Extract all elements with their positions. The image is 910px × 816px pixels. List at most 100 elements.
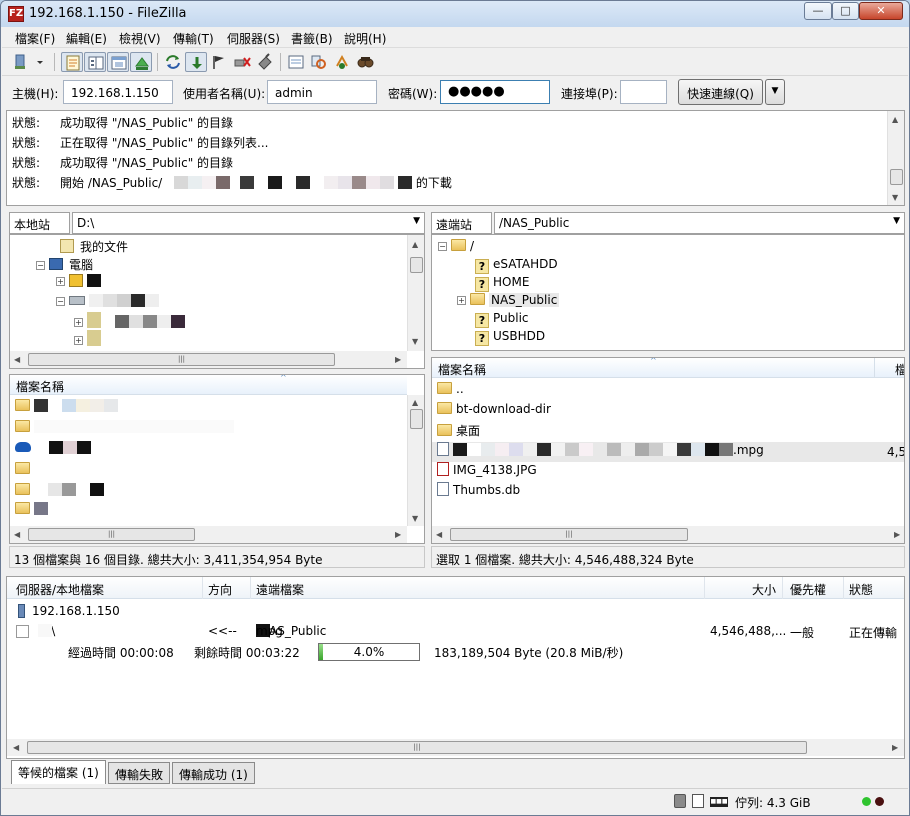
queue-item-size: 4,546,488,... [710, 624, 787, 638]
tree-node-documents[interactable]: 我的文件 [60, 238, 128, 255]
tree-node-root[interactable]: − / [438, 239, 474, 253]
log-line: 狀態: 成功取得 "/NAS_Public" 的目錄 [12, 156, 234, 170]
remote-list-horizontal-scrollbar[interactable]: ◀ ||| ▶ [432, 526, 904, 543]
list-item[interactable] [15, 399, 118, 419]
tree-node-esatahdd[interactable]: ? eSATAHDD [475, 257, 558, 274]
tree-node-drive[interactable]: − [56, 294, 159, 308]
compare-directories-icon[interactable] [308, 52, 330, 72]
reconnect-icon[interactable] [254, 52, 276, 72]
search-remote-files-icon[interactable] [354, 52, 376, 72]
queue-column-status[interactable]: 狀態 [849, 581, 873, 598]
menu-server[interactable]: 伺服器(S) [227, 30, 280, 47]
menu-bookmarks[interactable]: 書籤(B) [291, 30, 333, 47]
maximize-button[interactable]: □ [832, 2, 859, 20]
disconnect-icon[interactable] [231, 52, 253, 72]
list-item[interactable] [15, 420, 234, 440]
tab-successful-transfers[interactable]: 傳輸成功 (1) [172, 762, 255, 784]
progress-percent: 4.0% [353, 645, 385, 659]
remote-column-filename[interactable]: 檔案名稱 [438, 361, 486, 378]
menu-bar: 檔案(F) 編輯(E) 檢視(V) 傳輸(T) 伺服器(S) 書籤(B) 說明(… [2, 28, 908, 48]
queue-item-checkbox[interactable] [16, 625, 29, 638]
list-item-jpg[interactable]: IMG_4138.JPG [437, 462, 537, 482]
local-path-combo[interactable]: D:\ ▼ [72, 212, 425, 234]
quickconnect-bar: 主機(H): 192.168.1.150 使用者名稱(U): admin 密碼(… [2, 77, 908, 109]
queue-column-priority[interactable]: 優先權 [790, 581, 826, 598]
queue-tabs: 等候的檔案 (1) 傳輸失敗 傳輸成功 (1) [6, 760, 905, 786]
queue-column-direction[interactable]: 方向 [208, 581, 232, 598]
menu-edit[interactable]: 編輯(E) [66, 30, 107, 47]
tree-node-public[interactable]: ? Public [475, 311, 529, 328]
unknown-folder-icon: ? [475, 259, 489, 274]
directory-listing-filter-icon[interactable] [285, 52, 307, 72]
tree-node-computer[interactable]: − 電腦 [36, 256, 93, 273]
local-tree-horizontal-scrollbar[interactable]: ◀ ||| ▶ [10, 351, 407, 368]
tab-queued-files[interactable]: 等候的檔案 (1) [11, 760, 106, 784]
tree-node-folder[interactable]: + [74, 330, 101, 347]
process-queue-icon[interactable] [185, 52, 207, 72]
cancel-operation-icon[interactable] [208, 52, 230, 72]
list-item-mpg-selected[interactable]: .mpg 4,5 [432, 442, 904, 462]
remote-path-combo[interactable]: /NAS_Public ▼ [494, 212, 905, 234]
list-item-parent[interactable]: .. [437, 382, 464, 402]
tree-node-usbhdd[interactable]: ? USBHDD [475, 329, 545, 346]
host-input[interactable]: 192.168.1.150 [63, 80, 173, 104]
list-item-desktop[interactable]: 桌面 [437, 422, 480, 442]
local-list-vertical-scrollbar[interactable]: ▲ ▼ [407, 395, 424, 526]
remote-file-list-header: 檔案名稱 ^ 檔 [432, 358, 904, 378]
remaining-time: 剩餘時間 00:03:22 [194, 646, 300, 660]
quickconnect-dropdown-icon[interactable]: ▼ [765, 79, 785, 105]
status-bar: ■■■ 佇列: 4.3 GiB [2, 788, 908, 815]
log-vertical-scrollbar[interactable]: ▲ ▼ [887, 111, 904, 205]
toggle-remote-tree-icon[interactable] [107, 52, 129, 72]
menu-transfer[interactable]: 傳輸(T) [173, 30, 214, 47]
toggle-log-icon[interactable] [61, 52, 83, 72]
local-column-filename[interactable]: 檔案名稱 [16, 378, 64, 395]
list-item[interactable] [15, 441, 91, 461]
queue-column-remote[interactable]: 遠端檔案 [256, 581, 304, 598]
site-manager-icon[interactable] [11, 52, 33, 72]
remote-file-list: 檔案名稱 ^ 檔 .. bt-download-dir 桌面 .mpg 4,5 … [431, 357, 905, 544]
remote-column-size[interactable]: 檔 [895, 361, 904, 378]
list-item[interactable] [15, 462, 34, 482]
local-site-label: 本地站台: [9, 212, 70, 249]
toggle-queue-icon[interactable] [130, 52, 152, 72]
tree-node-drive[interactable]: + [56, 274, 101, 288]
queue-item-priority: 一般 [790, 626, 815, 640]
password-input[interactable]: ●●●●● [440, 80, 550, 104]
unknown-folder-icon: ? [475, 277, 489, 292]
queue-horizontal-scrollbar[interactable]: ◀ ||| ▶ [7, 739, 904, 756]
tab-failed-transfers[interactable]: 傳輸失敗 [108, 762, 171, 784]
binary-mode-icon: ■■■ [710, 797, 728, 807]
minimize-button[interactable]: — [804, 2, 832, 20]
local-list-horizontal-scrollbar[interactable]: ◀ ||| ▶ [10, 526, 407, 543]
list-item[interactable] [15, 502, 48, 522]
close-button[interactable]: ✕ [859, 2, 903, 20]
upload-indicator-icon [862, 797, 871, 806]
quickconnect-button[interactable]: 快速連線(Q) [678, 79, 763, 105]
menu-help[interactable]: 說明(H) [344, 30, 386, 47]
username-input[interactable]: admin [267, 80, 377, 104]
filter-icon [692, 794, 704, 808]
menu-view[interactable]: 檢視(V) [119, 30, 161, 47]
menu-file[interactable]: 檔案(F) [15, 30, 55, 47]
tree-node-home[interactable]: ? HOME [475, 275, 529, 292]
tree-node-nas-public[interactable]: + NAS_Public [457, 293, 560, 307]
remote-status: 選取 1 個檔案. 總共大小: 4,546,488,324 Byte [431, 546, 905, 568]
toggle-local-tree-icon[interactable] [84, 52, 106, 72]
transfer-queue: 伺服器/本地檔案 方向 遠端檔案 大小 優先權 狀態 192.168.1.150… [6, 576, 905, 759]
port-input[interactable] [620, 80, 667, 104]
list-item[interactable] [15, 483, 104, 503]
refresh-icon[interactable] [162, 52, 184, 72]
unknown-folder-icon: ? [475, 331, 489, 346]
local-tree-vertical-scrollbar[interactable]: ▲ ▼ [407, 235, 424, 351]
tree-node-folder[interactable]: + [74, 312, 185, 329]
local-status: 13 個檔案與 16 個目錄. 總共大小: 3,411,354,954 Byte [9, 546, 425, 568]
queue-column-server-local[interactable]: 伺服器/本地檔案 [16, 581, 104, 598]
site-manager-dropdown-icon[interactable] [34, 52, 46, 72]
list-item-bt-download-dir[interactable]: bt-download-dir [437, 402, 551, 422]
queue-column-size[interactable]: 大小 [752, 581, 776, 598]
sync-browsing-icon[interactable] [331, 52, 353, 72]
remote-site-label: 遠端站台: [431, 212, 492, 249]
list-item-thumbs-db[interactable]: Thumbs.db [437, 482, 520, 502]
log-line: 狀態: 正在取得 "/NAS_Public" 的目錄列表... [12, 136, 269, 150]
